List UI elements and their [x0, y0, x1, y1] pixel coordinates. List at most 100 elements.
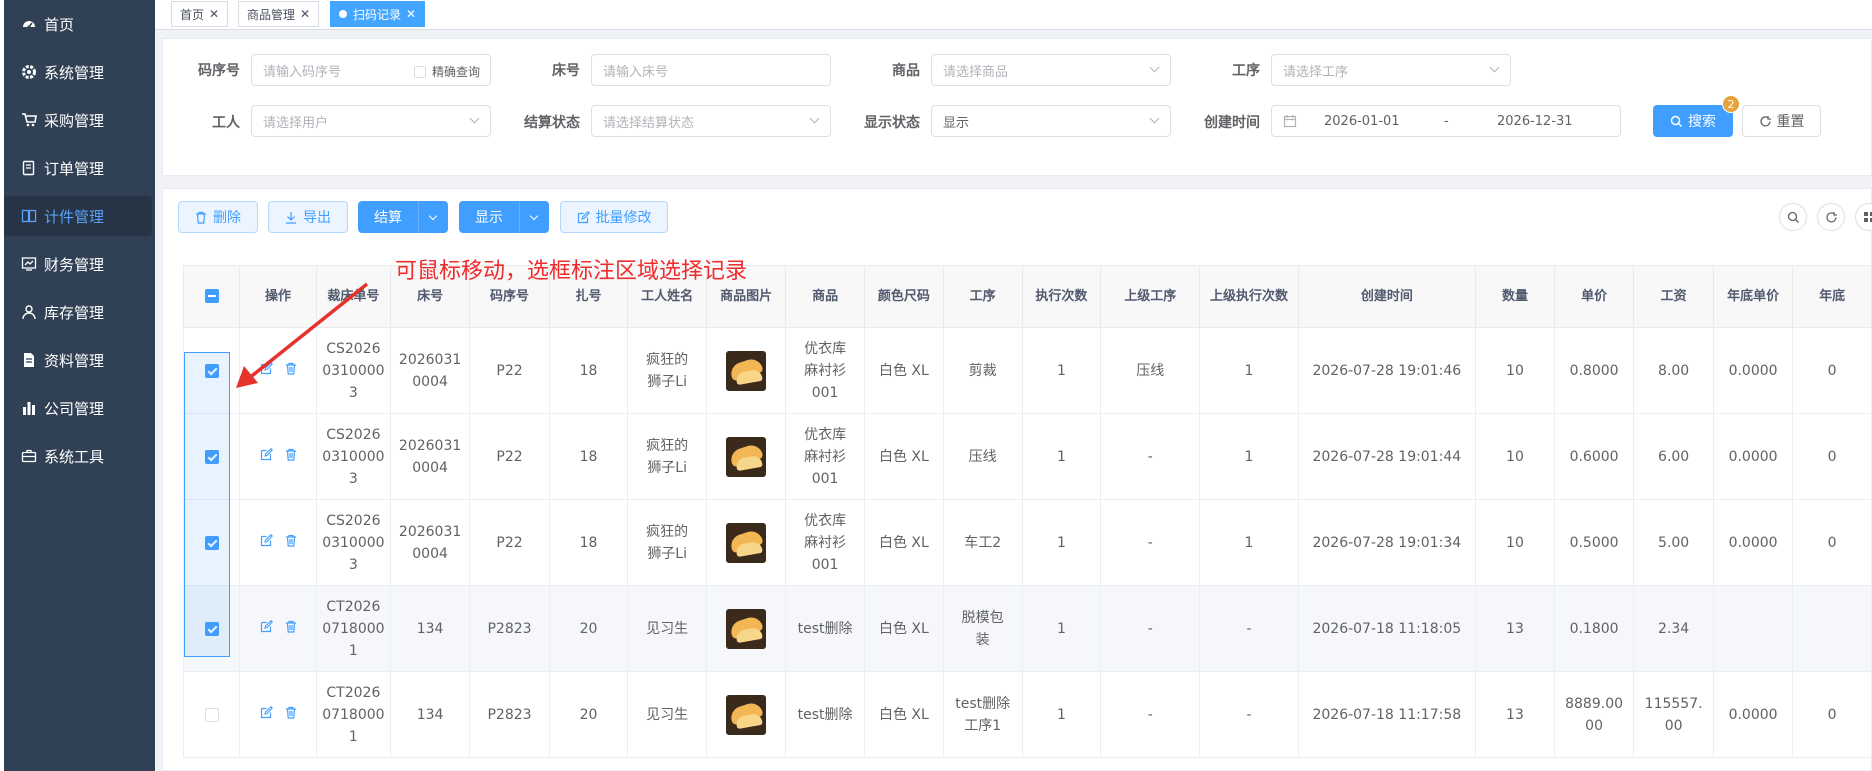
- reset-button[interactable]: 重置: [1742, 105, 1821, 137]
- product-thumbnail[interactable]: [726, 608, 767, 649]
- sidebar-item-finance[interactable]: 财务管理: [4, 244, 152, 284]
- tab-home[interactable]: 首页 ✕: [171, 1, 229, 27]
- operation-cell: [239, 671, 317, 758]
- calendar-icon: [1283, 114, 1297, 128]
- sidebar-item-inventory[interactable]: 库存管理: [4, 292, 152, 332]
- edit-icon[interactable]: [260, 446, 273, 468]
- sidebar-item-system[interactable]: 系统管理: [4, 52, 152, 92]
- bed-no-input[interactable]: 请输入床号: [591, 54, 831, 86]
- created-time-label: 创建时间: [1204, 115, 1260, 131]
- cell-bundle: 20: [548, 585, 629, 672]
- cell-bundle: 18: [548, 327, 629, 414]
- sidebar-item-label: 财务管理: [44, 255, 105, 274]
- cell-bed: 134: [389, 585, 471, 672]
- product-image-cell: [705, 585, 787, 672]
- exact-query-checkbox[interactable]: 精确查询: [413, 63, 480, 80]
- product-thumbnail[interactable]: [726, 350, 767, 391]
- cell-year-price: 0.0000: [1712, 327, 1794, 414]
- settle-button[interactable]: 结算: [358, 201, 418, 233]
- process-select[interactable]: 请选择工序: [1271, 54, 1511, 86]
- cell-parent-times: -: [1199, 585, 1299, 672]
- row-select-cell[interactable]: [182, 671, 241, 758]
- search-toggle-button[interactable]: [1779, 203, 1807, 231]
- cell-parent: -: [1100, 413, 1201, 500]
- edit-icon[interactable]: [260, 618, 273, 640]
- tab-scan-records[interactable]: 扫码记录 ✕: [330, 1, 426, 27]
- trash-icon[interactable]: [285, 446, 297, 468]
- cell-wage: 6.00: [1633, 413, 1714, 500]
- cell-process: 剪裁: [942, 327, 1023, 414]
- search-button[interactable]: 搜索: [1653, 105, 1733, 137]
- display-dropdown-button[interactable]: [519, 201, 549, 233]
- settle-dropdown-button[interactable]: [418, 201, 448, 233]
- trash-icon[interactable]: [285, 704, 297, 726]
- sidebar-item-home[interactable]: 首页: [4, 4, 152, 44]
- annotation-arrow-icon: [236, 282, 369, 388]
- worker-select[interactable]: 请选择用户: [251, 105, 491, 137]
- date-start[interactable]: 2026-01-01: [1324, 114, 1400, 129]
- table-row[interactable]: CS2026 0310000 3 2026031 0004 P22 18 疯狂的 狮子L…: [182, 327, 1872, 414]
- table-body: CS2026 0310000 3 2026031 0004 P22 18 疯狂的 狮子L…: [182, 327, 1872, 758]
- sidebar-item-piecework[interactable]: 计件管理: [4, 196, 152, 236]
- chart-icon: [20, 255, 38, 273]
- delete-label: 删除: [213, 210, 241, 226]
- select-all-checkbox[interactable]: [204, 289, 219, 303]
- product-select[interactable]: 请选择商品: [931, 54, 1171, 86]
- close-icon[interactable]: ✕: [406, 7, 416, 21]
- cell-times: 1: [1021, 671, 1102, 758]
- sidebar-item-data[interactable]: 资料管理: [4, 340, 152, 380]
- refresh-button[interactable]: [1817, 203, 1845, 231]
- search-label: 搜索: [1688, 114, 1716, 130]
- cell-created: 2026-07-28 19:01:44: [1297, 413, 1477, 500]
- sidebar-item-order[interactable]: 订单管理: [4, 148, 152, 188]
- display-status-select[interactable]: 显示: [931, 105, 1171, 137]
- table-row[interactable]: CT2026 0718000 1 134 P2823 20 见习生 test删除 白色 XL…: [182, 585, 1872, 672]
- settle-status-select[interactable]: 请选择结算状态: [591, 105, 831, 137]
- sidebar-item-tools[interactable]: 系统工具: [4, 436, 152, 476]
- row-checkbox[interactable]: [204, 707, 219, 722]
- cell-created: 2026-07-18 11:18:05: [1297, 585, 1477, 672]
- cell-times: 1: [1021, 327, 1102, 414]
- product-image-cell: [705, 671, 787, 758]
- tab-product-management[interactable]: 商品管理 ✕: [238, 1, 320, 27]
- product-thumbnail[interactable]: [726, 436, 767, 477]
- export-label: 导出: [303, 210, 331, 226]
- trash-icon[interactable]: [285, 532, 297, 554]
- code-no-input[interactable]: 请输入码序号 精确查询: [251, 54, 491, 86]
- cell-product: 优衣库 麻衬衫 001: [785, 499, 866, 586]
- created-time-range[interactable]: 2026-01-01 - 2026-12-31: [1271, 105, 1621, 137]
- cell-spec: 白色 XL: [864, 413, 944, 500]
- edit-icon[interactable]: [260, 704, 273, 726]
- table-row[interactable]: CS2026 0310000 3 2026031 0004 P22 18 疯狂的 狮子L…: [182, 413, 1872, 500]
- sidebar-item-label: 订单管理: [44, 159, 105, 178]
- chevron-down-icon: [1489, 62, 1500, 73]
- product-thumbnail[interactable]: [726, 522, 767, 563]
- table-row[interactable]: CT2026 0718000 1 134 P2823 20 见习生 test删除 白色 XL…: [182, 671, 1872, 758]
- cell-bundle: 18: [548, 413, 629, 500]
- delete-button[interactable]: 删除: [178, 201, 258, 233]
- sidebar-item-company[interactable]: 公司管理: [4, 388, 152, 428]
- batch-edit-button[interactable]: 批量修改: [560, 201, 668, 233]
- date-end[interactable]: 2026-12-31: [1497, 114, 1573, 129]
- trash-icon[interactable]: [285, 618, 297, 640]
- search-icon: [1787, 211, 1800, 224]
- cell-spec: 白色 XL: [864, 585, 944, 672]
- tags-view: 首页 ✕ 商品管理 ✕ 扫码记录 ✕: [155, 0, 1872, 30]
- column-header: 商品: [785, 265, 866, 328]
- edit-icon[interactable]: [260, 532, 273, 554]
- close-icon[interactable]: ✕: [209, 7, 219, 21]
- display-button[interactable]: 显示: [459, 201, 519, 233]
- cell-worker: 见习生: [627, 671, 707, 758]
- sidebar-item-purchase[interactable]: 采购管理: [4, 100, 152, 140]
- sidebar-item-label: 公司管理: [44, 399, 105, 418]
- close-icon[interactable]: ✕: [300, 7, 310, 21]
- cell-worker: 疯狂的 狮子Li: [627, 327, 707, 414]
- cell-code: P2823: [469, 671, 550, 758]
- process-label: 工序: [1232, 63, 1260, 79]
- export-button[interactable]: 导出: [268, 201, 348, 233]
- operation-cell: [239, 585, 317, 672]
- table-row[interactable]: CS2026 0310000 3 2026031 0004 P22 18 疯狂的 狮子L…: [182, 499, 1872, 586]
- code-no-placeholder: 请输入码序号: [263, 64, 342, 80]
- settle-status-label: 结算状态: [524, 115, 580, 131]
- product-thumbnail[interactable]: [726, 694, 767, 735]
